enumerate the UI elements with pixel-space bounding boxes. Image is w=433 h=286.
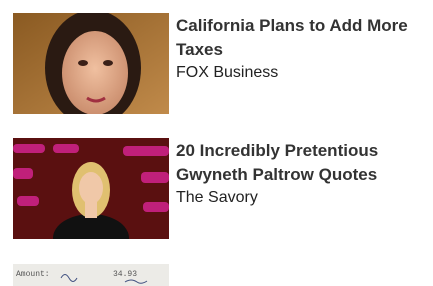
receipt-amount-label: Amount: bbox=[16, 270, 50, 279]
article-thumbnail[interactable] bbox=[13, 138, 169, 239]
feed-item[interactable]: California Plans to Add More Taxes FOX B… bbox=[13, 13, 433, 114]
article-headline[interactable]: California Plans to Add More Taxes bbox=[176, 14, 433, 62]
feed-item[interactable]: Amount: 34.93 bbox=[13, 264, 433, 286]
article-thumbnail[interactable] bbox=[13, 13, 169, 114]
article-source: FOX Business bbox=[176, 64, 279, 81]
article-thumbnail[interactable]: Amount: 34.93 bbox=[13, 264, 169, 286]
feed-item[interactable]: 20 Incredibly Pretentious Gwyneth Paltro… bbox=[13, 138, 433, 239]
article-headline[interactable]: 20 Incredibly Pretentious Gwyneth Paltro… bbox=[176, 139, 433, 187]
receipt-amount-value: 34.93 bbox=[113, 270, 137, 279]
article-source: The Savory bbox=[176, 189, 258, 206]
